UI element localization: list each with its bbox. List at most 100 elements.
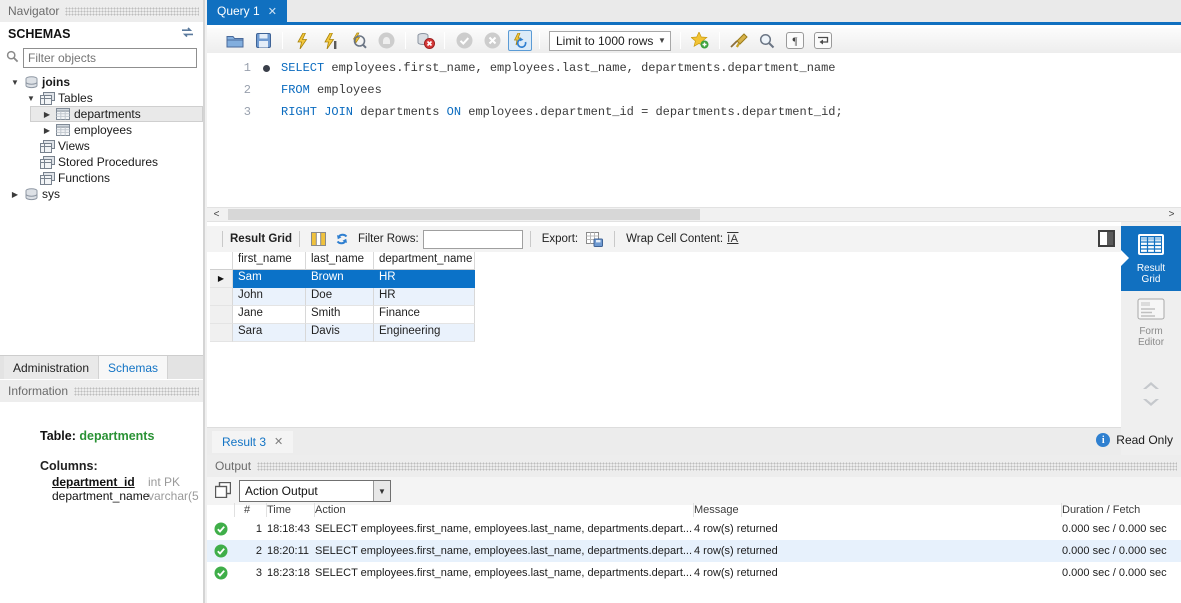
output-header-dots <box>257 461 1177 471</box>
tree-item-views[interactable]: Views <box>0 138 203 154</box>
toggle-autocommit-icon[interactable] <box>508 30 532 51</box>
action-output-table[interactable]: # Time Action Message Duration / Fetch 1 18:18… <box>207 502 1181 584</box>
grid-cell[interactable]: HR <box>374 270 475 288</box>
output-row-duration: 0.000 sec / 0.000 sec <box>1062 545 1167 557</box>
tree-item-stored-procedures[interactable]: Stored Procedures <box>0 154 203 170</box>
grid-cell[interactable]: Davis <box>306 324 374 342</box>
output-row[interactable]: 3 18:23:18 SELECT employees.first_name, em… <box>207 562 1181 584</box>
export-icon[interactable] <box>586 231 604 247</box>
results-region: Result Grid Filter Rows: Export: Wrap Ce… <box>207 222 1181 455</box>
toggle-wrapping-icon[interactable] <box>811 30 835 51</box>
tree-item-label: employees <box>74 123 133 137</box>
tab-administration[interactable]: Administration <box>4 356 100 379</box>
scrollbar-thumb[interactable] <box>228 209 700 220</box>
form-editor-icon <box>1137 298 1165 323</box>
output-view-dropdown[interactable]: Action Output ▼ <box>239 480 391 502</box>
tree-item-label: joins <box>42 75 71 89</box>
output-column-header--[interactable]: # <box>235 503 267 517</box>
grid-cell[interactable]: Jane <box>233 306 306 324</box>
save-snippet-icon[interactable] <box>688 30 712 51</box>
grid-cell[interactable]: HR <box>374 288 475 306</box>
schemas-sync-icon[interactable] <box>180 27 195 41</box>
tree-item-tables[interactable]: ▼ Tables <box>0 90 203 106</box>
tab-result-3[interactable]: Result 3 ✕ <box>212 430 294 453</box>
grid-cell[interactable]: Sara <box>233 324 306 342</box>
output-column-header-duration-fetch[interactable]: Duration / Fetch <box>1062 503 1181 517</box>
tree-item-functions[interactable]: Functions <box>0 170 203 186</box>
schemas-label: SCHEMAS <box>8 27 71 41</box>
refresh-icon[interactable] <box>334 232 350 246</box>
grid-cell[interactable]: Smith <box>306 306 374 324</box>
grid-column-header-department-name[interactable]: department_name <box>374 252 475 270</box>
sql-keyword: SELECT <box>281 61 325 75</box>
table-row[interactable]: Jane Smith Finance <box>210 306 475 324</box>
result-side-panel: Result Grid Form Editor <box>1121 222 1181 455</box>
close-icon[interactable]: ✕ <box>268 5 277 18</box>
tree-collapse-arrow-icon[interactable]: ▼ <box>24 94 38 103</box>
filter-rows-input[interactable] <box>422 229 523 249</box>
tree-item-sys[interactable]: ▶ sys <box>0 186 203 202</box>
row-header-cell[interactable] <box>210 288 233 306</box>
table-row[interactable]: John Doe HR <box>210 288 475 306</box>
tree-expand-arrow-icon[interactable]: ▶ <box>8 190 22 199</box>
tab-schemas[interactable]: Schemas <box>99 356 169 379</box>
grid-cell[interactable]: Finance <box>374 306 475 324</box>
tab-query-1[interactable]: Query 1 ✕ <box>207 0 287 22</box>
save-icon[interactable] <box>251 30 275 51</box>
output-column-header-message[interactable]: Message <box>694 503 1062 517</box>
grid-cell[interactable]: Sam <box>233 270 306 288</box>
output-stack-icon[interactable] <box>214 481 232 501</box>
output-column-header-action[interactable]: Action <box>315 503 694 517</box>
output-row-duration: 0.000 sec / 0.000 sec <box>1062 523 1167 535</box>
explain-query-icon[interactable] <box>346 30 370 51</box>
grid-columns-icon[interactable] <box>310 232 326 246</box>
sidebar-toggle-icon[interactable] <box>1098 230 1115 247</box>
row-header-cell[interactable] <box>210 306 233 324</box>
side-panel-result-grid[interactable]: Result Grid <box>1121 226 1181 291</box>
output-row[interactable]: 1 18:18:43 SELECT employees.first_name, em… <box>207 518 1181 540</box>
search-icon <box>6 50 19 66</box>
grid-column-header-first-name[interactable]: first_name <box>233 252 306 270</box>
grid-cell[interactable]: John <box>233 288 306 306</box>
find-icon[interactable] <box>755 30 779 51</box>
close-icon[interactable]: ✕ <box>274 435 283 448</box>
limit-rows-dropdown[interactable]: Limit to 1000 rows ▼ <box>549 30 671 51</box>
beautify-sql-icon[interactable] <box>727 30 751 51</box>
sql-editor[interactable]: 1 SELECT employees.first_name, employees.… <box>207 53 1181 205</box>
scroll-left-arrow-icon[interactable]: < <box>209 208 224 221</box>
output-column-header-time[interactable]: Time <box>267 503 315 517</box>
tree-expand-arrow-icon[interactable]: ▶ <box>40 126 54 135</box>
scroll-right-arrow-icon[interactable]: > <box>1164 208 1179 221</box>
tree-expand-arrow-icon[interactable]: ▶ <box>40 110 54 119</box>
schema-filter-input[interactable] <box>23 48 197 68</box>
row-header-cell[interactable]: ▶ <box>210 270 233 288</box>
row-header-cell[interactable] <box>210 324 233 342</box>
grid-cell[interactable]: Doe <box>306 288 374 306</box>
execute-statement-icon[interactable] <box>318 30 342 51</box>
table-row[interactable]: ▶ Sam Brown HR <box>210 270 475 288</box>
information-title: Information <box>8 384 69 398</box>
panel-collapse-chevrons[interactable] <box>1121 382 1181 406</box>
tree-item-joins[interactable]: ▼ joins <box>0 74 203 90</box>
side-panel-form-editor[interactable]: Form Editor <box>1121 291 1181 354</box>
show-invisibles-icon[interactable]: ¶ <box>783 30 807 51</box>
tree-item-employees[interactable]: ▶ employees <box>0 122 203 138</box>
grid-cell[interactable]: Engineering <box>374 324 475 342</box>
open-file-icon[interactable] <box>223 30 247 51</box>
tree-collapse-arrow-icon[interactable]: ▼ <box>8 78 22 87</box>
info-column-name: department_id <box>52 475 135 489</box>
grid-cell[interactable]: Brown <box>306 270 374 288</box>
execute-query-icon[interactable] <box>290 30 314 51</box>
result-grid-table[interactable]: first_name last_name department_name ▶ Sam Br… <box>210 252 475 342</box>
table-row[interactable]: Sara Davis Engineering <box>210 324 475 342</box>
output-row-action: SELECT employees.first_name, employees.l… <box>315 545 693 557</box>
tree-item-departments[interactable]: ▶ departments <box>30 106 203 122</box>
wrap-cell-content-icon[interactable]: IA <box>727 233 738 245</box>
toggle-stop-on-error-icon[interactable] <box>413 30 437 51</box>
info-icon[interactable]: i <box>1096 433 1111 447</box>
editor-horizontal-scrollbar[interactable]: < > <box>207 207 1181 222</box>
read-only-indicator: i Read Only <box>1096 433 1173 447</box>
grid-column-header-last-name[interactable]: last_name <box>306 252 374 270</box>
output-row[interactable]: 2 18:20:11 SELECT employees.first_name, em… <box>207 540 1181 562</box>
stop-query-icon <box>374 30 398 51</box>
